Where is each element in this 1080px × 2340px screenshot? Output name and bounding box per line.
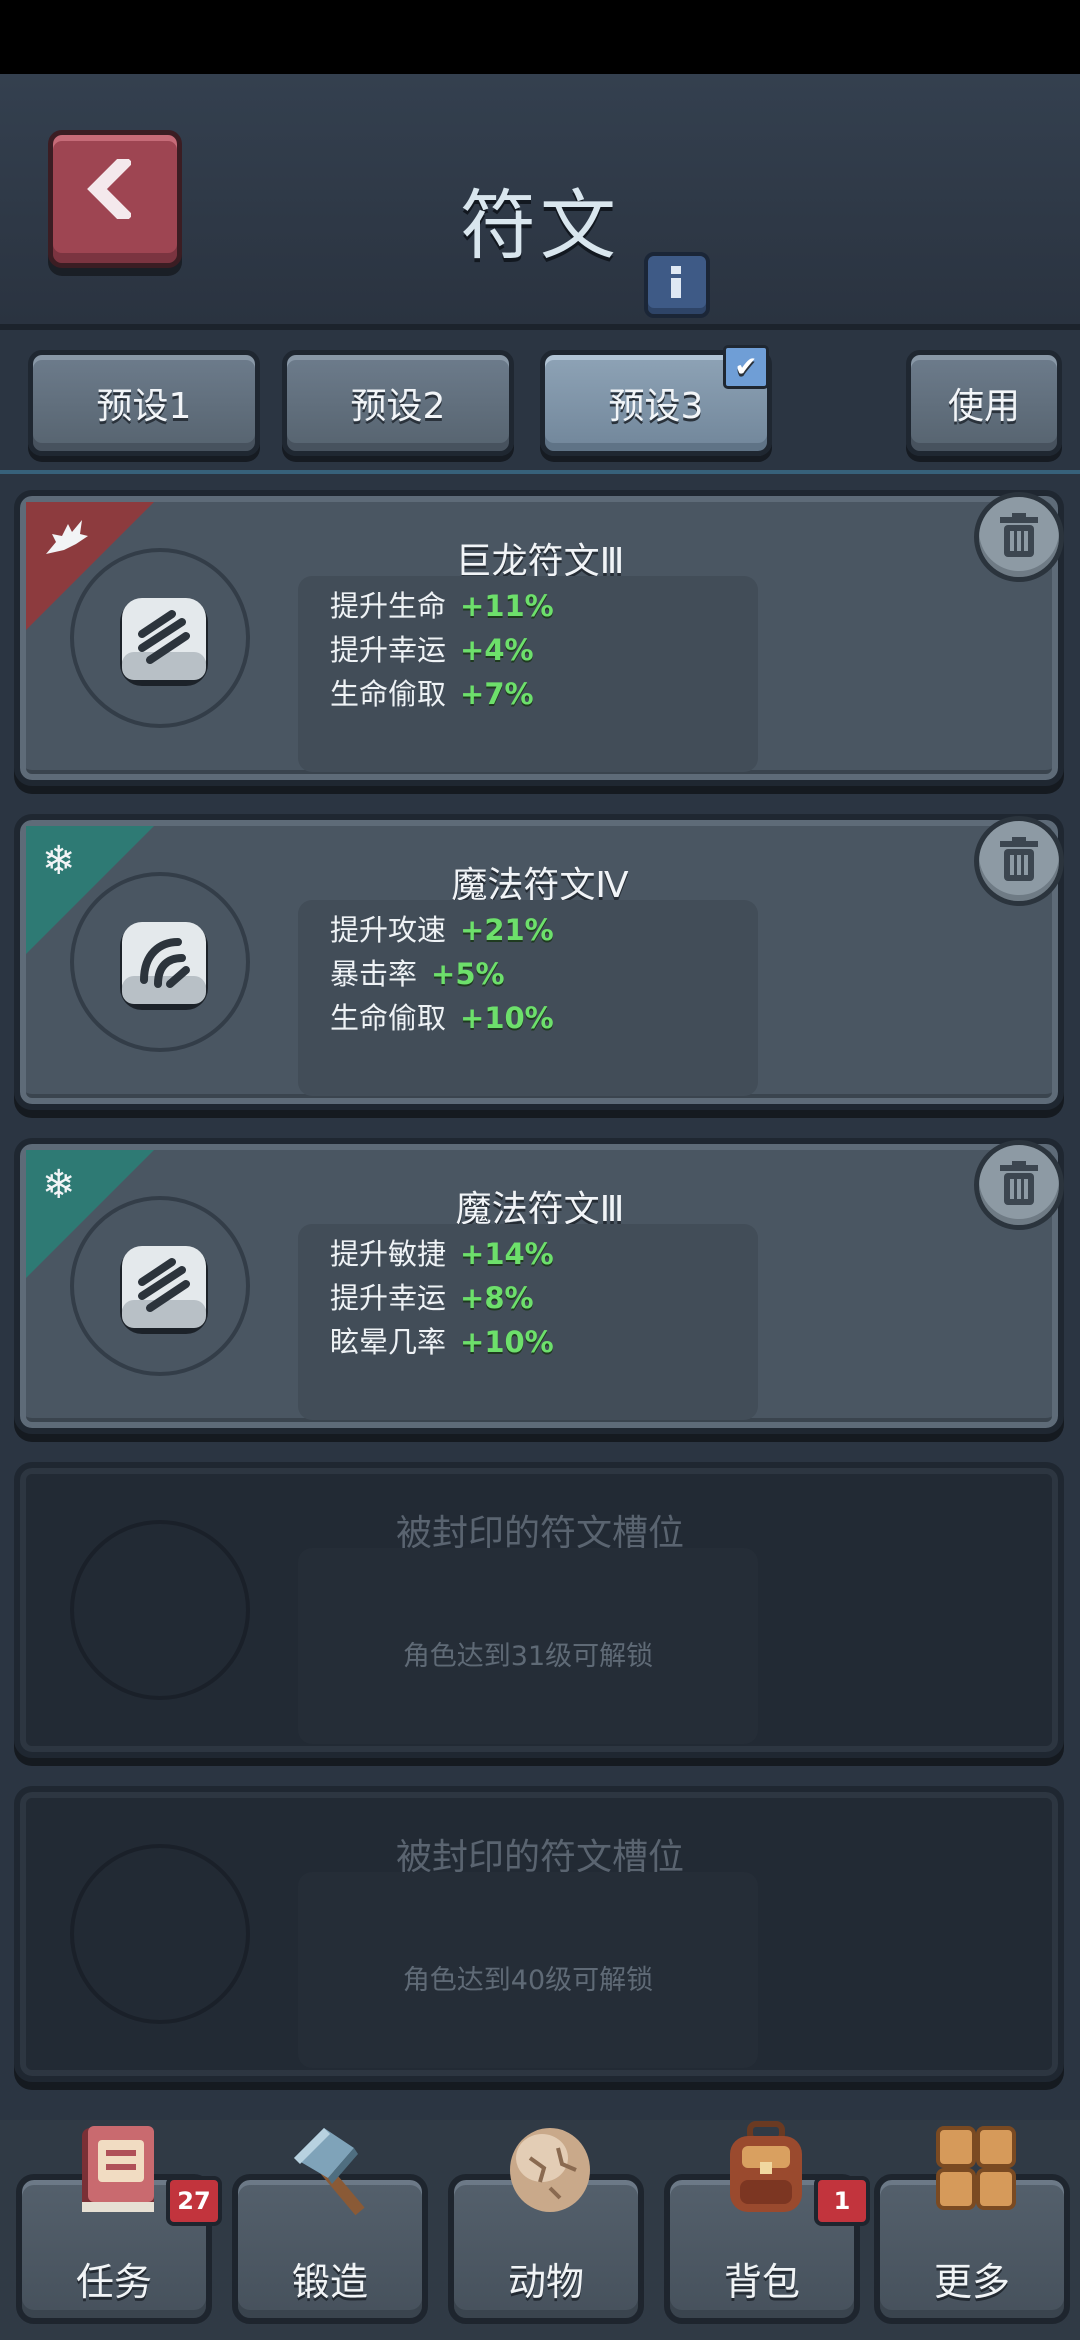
rune-slot[interactable]: ❄ 魔法符文Ⅲ 提升敏捷 +14% 提升幸运 +8% 眩晕几率 +10% — [14, 1138, 1064, 1434]
stat-value: +10% — [460, 1325, 554, 1359]
stat-row: 眩晕几率 +10% — [298, 1320, 758, 1364]
rune-stats: 提升攻速 +21% 暴击率 +5% 生命偷取 +10% — [298, 900, 758, 1096]
stat-label: 提升敏捷 — [330, 1237, 447, 1271]
stat-label: 暴击率 — [330, 957, 418, 991]
nav-animals-button[interactable]: 动物 — [448, 2128, 644, 2324]
rune-stats: 提升生命 +11% 提升幸运 +4% 生命偷取 +7% — [298, 576, 758, 772]
divider — [0, 470, 1080, 474]
unlock-hint: 角色达到40级可解锁 — [402, 1965, 654, 1996]
stat-row: 提升生命 +11% — [298, 584, 758, 628]
rune-stone-icon — [120, 922, 208, 1010]
preset-tab-1[interactable]: 预设1 — [28, 350, 260, 456]
stat-row: 提升敏捷 +14% — [298, 1232, 758, 1276]
locked-slot-panel: 角色达到31级可解锁 — [298, 1548, 758, 1744]
stat-row: 生命偷取 +10% — [298, 996, 758, 1040]
nav-label: 锻造 — [291, 2260, 368, 2304]
stat-row: 提升幸运 +4% — [298, 628, 758, 672]
nav-label: 背包 — [723, 2260, 800, 2304]
notification-badge: 1 — [814, 2176, 870, 2226]
rune-stats: 提升敏捷 +14% 提升幸运 +8% 眩晕几率 +10% — [298, 1224, 758, 1420]
stat-value: +21% — [460, 913, 554, 947]
nav-forge-button[interactable]: 锻造 — [232, 2128, 428, 2324]
stat-label: 眩晕几率 — [330, 1325, 447, 1359]
rune-stone-icon — [120, 598, 208, 686]
quest-book-icon — [82, 2126, 154, 2212]
rune-slot[interactable]: 巨龙符文Ⅲ 提升生命 +11% 提升幸运 +4% 生命偷取 +7% — [14, 490, 1064, 786]
notification-badge: 27 — [166, 2176, 222, 2226]
backpack-icon — [730, 2121, 802, 2212]
egg-icon — [510, 2128, 590, 2212]
stat-row: 生命偷取 +7% — [298, 672, 758, 716]
stat-row: 提升攻速 +21% — [298, 908, 758, 952]
stat-value: +8% — [460, 1281, 534, 1315]
use-button[interactable]: 使用 — [906, 350, 1062, 456]
bottom-nav: 27 任务 锻造 动物 1 背包 更多 — [0, 2120, 1080, 2340]
preset-label: 预设3 — [608, 386, 704, 427]
stat-label: 提升生命 — [330, 589, 447, 623]
stat-row: 暴击率 +5% — [298, 952, 758, 996]
grid-menu-icon — [936, 2126, 1016, 2210]
stat-value: +5% — [431, 957, 505, 991]
stat-label: 生命偷取 — [330, 677, 447, 711]
stat-label: 提升幸运 — [330, 633, 447, 667]
header: 符文 — [0, 74, 1080, 330]
use-label: 使用 — [947, 386, 1020, 427]
rune-stone-icon — [120, 1246, 208, 1334]
nav-backpack-button[interactable]: 1 背包 — [664, 2121, 870, 2324]
stat-value: +10% — [460, 1001, 554, 1035]
stat-value: +7% — [460, 677, 534, 711]
stat-label: 提升幸运 — [330, 1281, 447, 1315]
preset-tab-2[interactable]: 预设2 — [282, 350, 514, 456]
trash-icon[interactable] — [974, 492, 1064, 582]
preset-label: 预设2 — [350, 386, 446, 427]
status-bar — [0, 0, 1080, 74]
nav-label: 动物 — [507, 2260, 584, 2304]
locked-rune-slot: 被封印的符文槽位 角色达到31级可解锁 — [14, 1462, 1064, 1758]
stat-value: +14% — [460, 1237, 554, 1271]
preset-tab-3[interactable]: 预设3 ✔ — [540, 345, 772, 456]
page-title: 符文 — [460, 181, 620, 270]
trash-icon[interactable] — [974, 1140, 1064, 1230]
stat-label: 提升攻速 — [330, 913, 447, 947]
stat-label: 生命偷取 — [330, 1001, 447, 1035]
trash-icon[interactable] — [974, 816, 1064, 906]
nav-label: 任务 — [75, 2260, 152, 2304]
locked-slot-panel: 角色达到40级可解锁 — [298, 1872, 758, 2068]
info-icon[interactable] — [644, 252, 710, 318]
checkmark-icon: ✔ — [723, 345, 769, 389]
nav-quest-button[interactable]: 27 任务 — [16, 2126, 222, 2324]
hammer-icon — [294, 2128, 365, 2216]
stat-row: 提升幸运 +8% — [298, 1276, 758, 1320]
rune-slot[interactable]: ❄ 魔法符文Ⅳ 提升攻速 +21% 暴击率 +5% 生命偷取 +10% — [14, 814, 1064, 1110]
stat-value: +11% — [460, 589, 554, 623]
unlock-hint: 角色达到31级可解锁 — [402, 1641, 654, 1672]
nav-label: 更多 — [933, 2260, 1010, 2304]
stat-value: +4% — [460, 633, 534, 667]
nav-more-button[interactable]: 更多 — [874, 2126, 1070, 2324]
locked-rune-slot: 被封印的符文槽位 角色达到40级可解锁 — [14, 1786, 1064, 2082]
preset-label: 预设1 — [96, 386, 192, 427]
preset-bar: 预设1 预设2 预设3 ✔ 使用 — [0, 345, 1080, 460]
